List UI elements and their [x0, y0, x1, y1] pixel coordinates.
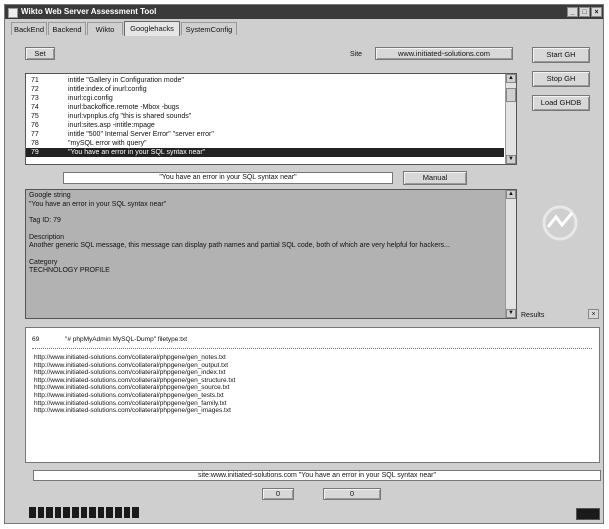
- site-button[interactable]: www.initiated-solutions.com: [375, 47, 513, 60]
- progress-segment: [63, 507, 71, 518]
- window-title: Wikto Web Server Assessment Tool: [21, 7, 157, 16]
- load-ghdb-button[interactable]: Load GHDB: [532, 95, 590, 111]
- description-label: Description: [29, 233, 65, 241]
- scroll-thumb[interactable]: [506, 88, 516, 102]
- list-item[interactable]: 76 inurl:sites.asp -intitle:mpage: [26, 121, 504, 130]
- list-item[interactable]: 77 intitle "500" Internal Server Error" "…: [26, 130, 504, 139]
- list-item[interactable]: 75 inurl:vpnplus.cfg "this is shared soun…: [26, 112, 504, 121]
- list-item[interactable]: 78 "mySQL error with query": [26, 139, 504, 148]
- progress-segment: [115, 507, 122, 518]
- result-link[interactable]: http://www.initiated-solutions.com/colla…: [34, 377, 574, 385]
- list-item[interactable]: 73 inurl:cgi.config: [26, 94, 504, 103]
- tab-backend-2[interactable]: Backend: [48, 22, 86, 35]
- result-link[interactable]: http://www.initiated-solutions.com/colla…: [34, 392, 574, 400]
- result-link[interactable]: http://www.initiated-solutions.com/colla…: [34, 369, 574, 377]
- result-divider: [32, 348, 592, 349]
- query-field[interactable]: "You have an error in your SQL syntax ne…: [63, 172, 393, 184]
- progress-bar: [29, 507, 139, 519]
- googlehack-list[interactable]: 71 intitle "Gallery in Configuration mode…: [25, 73, 517, 165]
- progress-segment: [132, 507, 139, 518]
- category-value: TECHNOLOGY PROFILE: [29, 267, 110, 274]
- progress-segment: [54, 507, 62, 518]
- progress-segment: [29, 507, 36, 518]
- tab-wikto[interactable]: Wikto: [87, 22, 123, 35]
- list-item[interactable]: 72 intitle:index.of inurl:config: [26, 85, 504, 94]
- result-links: http://www.initiated-solutions.com/colla…: [34, 354, 574, 415]
- close-button[interactable]: ×: [591, 7, 602, 17]
- set-button[interactable]: Set: [25, 47, 55, 60]
- tab-systemconfig[interactable]: SystemConfig: [181, 22, 237, 35]
- results-close-icon[interactable]: ×: [588, 309, 599, 319]
- grip-icon: [576, 508, 600, 520]
- tab-backend[interactable]: BackEnd: [11, 22, 47, 35]
- progress-segment: [72, 507, 79, 518]
- google-string-label: Google string: [29, 192, 71, 199]
- status-query-field[interactable]: site:www.initiated-solutions.com "You ha…: [33, 470, 601, 481]
- progress-segment: [97, 507, 105, 518]
- app-icon: [8, 8, 18, 18]
- title-bar: Wikto Web Server Assessment Tool _ □ ×: [5, 5, 603, 19]
- progress-segment: [89, 507, 96, 518]
- manual-button[interactable]: Manual: [403, 171, 467, 185]
- stop-gh-button[interactable]: Stop GH: [532, 71, 590, 87]
- category-label: Category: [29, 258, 58, 266]
- tag-id: Tag ID: 79: [29, 217, 61, 224]
- list-scrollbar[interactable]: ▲ ▼: [505, 74, 516, 164]
- results-label: Results: [521, 312, 545, 319]
- result-link[interactable]: http://www.initiated-solutions.com/colla…: [34, 354, 574, 362]
- start-gh-button[interactable]: Start GH: [532, 47, 590, 63]
- result-link[interactable]: http://www.initiated-solutions.com/colla…: [34, 400, 574, 408]
- minimize-button[interactable]: _: [567, 7, 578, 17]
- result-link[interactable]: http://www.initiated-solutions.com/colla…: [34, 362, 574, 370]
- progress-segment: [106, 507, 114, 518]
- list-item-selected[interactable]: 79 "You have an error in your SQL syntax …: [26, 148, 504, 157]
- scroll-up-arrow[interactable]: ▲: [506, 190, 516, 199]
- description-panel: Google string "You have an error in your…: [25, 189, 517, 319]
- tab-googlehacks[interactable]: Googlehacks: [124, 21, 180, 36]
- scroll-down-arrow[interactable]: ▼: [506, 155, 516, 164]
- progress-segment: [46, 507, 53, 518]
- counter-right: 0: [323, 488, 381, 500]
- maximize-button[interactable]: □: [579, 7, 590, 17]
- progress-segment: [123, 507, 131, 518]
- progress-segment: [80, 507, 88, 518]
- description-text: Another generic SQL message, this messag…: [29, 242, 450, 249]
- progress-segment: [37, 507, 45, 518]
- counter-left: 0: [262, 488, 294, 500]
- list-item[interactable]: 71 intitle "Gallery in Configuration mode…: [26, 76, 504, 85]
- scroll-down-arrow[interactable]: ▼: [506, 309, 516, 318]
- result-link[interactable]: http://www.initiated-solutions.com/colla…: [34, 384, 574, 392]
- google-string-value: "You have an error in your SQL syntax ne…: [29, 200, 167, 208]
- wikto-logo-icon: [538, 203, 582, 243]
- result-header: 69 "# phpMyAdmin MySQL-Dump" filetype:tx…: [32, 336, 188, 343]
- site-label: Site: [350, 51, 363, 58]
- scroll-up-arrow[interactable]: ▲: [506, 74, 516, 83]
- description-scrollbar[interactable]: ▲ ▼: [505, 190, 516, 318]
- app-window: Wikto Web Server Assessment Tool _ □ × B…: [4, 4, 604, 524]
- result-link[interactable]: http://www.initiated-solutions.com/colla…: [34, 407, 574, 415]
- list-item[interactable]: 74 inurl:backoffice.remote -Mbox -bugs: [26, 103, 504, 112]
- results-panel[interactable]: 69 "# phpMyAdmin MySQL-Dump" filetype:tx…: [25, 327, 600, 463]
